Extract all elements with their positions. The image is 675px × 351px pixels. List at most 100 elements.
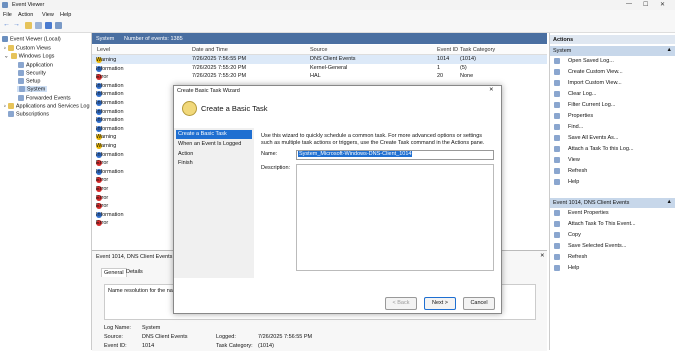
action-item[interactable]: View: [554, 157, 580, 163]
action-item[interactable]: Save Selected Events...: [554, 243, 626, 249]
col-event-id[interactable]: Event ID: [437, 47, 458, 53]
action-icon: [554, 179, 560, 185]
description-label: Description:: [261, 165, 291, 171]
level-label: Information: [96, 151, 124, 158]
back-icon[interactable]: ←: [3, 21, 10, 28]
action-item[interactable]: Save All Events As...: [554, 135, 618, 141]
action-label: Help: [568, 179, 580, 186]
title-bar: Event Viewer — ☐ ✕: [0, 0, 675, 10]
table-row[interactable]: Warning 7/26/2025 7:56:55 PM DNS Client Ev…: [92, 55, 547, 64]
table-row[interactable]: Error 7/26/2025 7:55:20 PM HAL 20 None: [92, 72, 547, 81]
maximize-icon[interactable]: ☐: [643, 1, 648, 8]
app-icon: [2, 2, 8, 8]
col-level[interactable]: Level: [97, 47, 110, 53]
action-item[interactable]: Create Custom View...: [554, 69, 623, 75]
tree-item-subscriptions[interactable]: Subscriptions: [8, 111, 49, 117]
action-item[interactable]: Help: [554, 179, 579, 185]
help-icon[interactable]: [45, 22, 52, 29]
action-item[interactable]: Refresh: [554, 254, 587, 260]
action-item[interactable]: Import Custom View...: [554, 80, 622, 86]
menu-view[interactable]: View: [42, 12, 54, 18]
source-value: DNS Client Events: [142, 334, 188, 340]
back-button[interactable]: < Back: [385, 297, 417, 310]
name-field[interactable]: System_Microsoft-Windows-DNS-Client_1014: [296, 150, 494, 160]
collapse-icon[interactable]: ▲: [667, 47, 672, 53]
close-icon[interactable]: ✕: [660, 1, 665, 8]
action-label: Event Properties: [568, 210, 609, 217]
action-item[interactable]: Attach Task To This Event...: [554, 221, 636, 227]
col-task[interactable]: Task Category: [460, 47, 495, 53]
wizard-steps: Create a Basic Task When an Event Is Log…: [174, 128, 254, 278]
minimize-icon[interactable]: —: [626, 1, 632, 7]
level-label: Error: [96, 160, 109, 167]
tree-item-application[interactable]: Application: [18, 62, 53, 68]
action-item[interactable]: Open Saved Log...: [554, 58, 614, 64]
action-item[interactable]: Event Properties: [554, 210, 609, 216]
actions-section-system[interactable]: System ▲: [550, 46, 675, 56]
task-category-label: Task Category:: [216, 343, 253, 349]
action-label: Find...: [568, 124, 584, 131]
action-icon: [554, 254, 560, 260]
action-item[interactable]: Help: [554, 265, 579, 271]
action-label: Copy: [568, 232, 581, 239]
level-label: Error: [96, 74, 109, 81]
source-label: Source:: [104, 334, 123, 340]
actions-section-event[interactable]: Event 1014, DNS Client Events ▲: [550, 198, 675, 208]
action-item[interactable]: Filter Current Log...: [554, 102, 615, 108]
collapse-icon[interactable]: ▲: [667, 199, 672, 205]
menu-bar: File Action View Help: [0, 10, 675, 19]
level-label: Information: [96, 125, 124, 132]
cancel-button[interactable]: Cancel: [463, 297, 495, 310]
actions-pane: Actions System ▲ Open Saved Log... Create …: [549, 33, 675, 350]
tree-item-security[interactable]: Security: [18, 70, 46, 76]
menu-action[interactable]: Action: [18, 12, 33, 18]
tree-item-applications-services[interactable]: › Applications and Services Log: [4, 103, 90, 109]
action-item[interactable]: Refresh: [554, 168, 587, 174]
detail-header: Event 1014, DNS Client Events: [96, 254, 173, 260]
step-action[interactable]: Action: [176, 150, 252, 159]
subscriptions-icon: [8, 111, 14, 117]
grid-icon[interactable]: [35, 22, 42, 29]
event-id-label: Event ID:: [104, 343, 127, 349]
date-cell: 7/26/2025 7:55:20 PM: [192, 64, 247, 71]
action-item[interactable]: Properties: [554, 113, 593, 119]
forward-icon[interactable]: →: [13, 21, 20, 28]
panel-icon[interactable]: [55, 22, 62, 29]
log-icon: [18, 95, 24, 101]
tree-item-event-viewer[interactable]: Event Viewer (Local): [2, 36, 61, 42]
wizard-intro: Use this wizard to quickly schedule a co…: [261, 133, 485, 146]
action-icon: [554, 243, 560, 249]
tree-item-setup[interactable]: Setup: [18, 78, 40, 84]
col-source[interactable]: Source: [310, 47, 327, 53]
close-icon[interactable]: ✕: [540, 253, 545, 259]
tree-item-windows-logs[interactable]: ⌄ Windows Logs: [4, 53, 54, 59]
log-icon: [18, 78, 24, 84]
action-label: Clear Log...: [568, 91, 597, 98]
col-date[interactable]: Date and Time: [192, 47, 228, 53]
step-when-event-logged[interactable]: When an Event Is Logged: [176, 140, 252, 149]
log-icon: [19, 86, 25, 92]
event-viewer-icon: [2, 36, 8, 42]
step-create-basic-task[interactable]: Create a Basic Task: [176, 130, 252, 139]
close-icon[interactable]: ✕: [489, 87, 494, 93]
tab-details[interactable]: Details: [126, 269, 143, 275]
action-item[interactable]: Find...: [554, 124, 583, 130]
menu-help[interactable]: Help: [60, 12, 71, 18]
event-count: Number of events: 1385: [124, 36, 183, 42]
table-row[interactable]: Information 7/26/2025 7:55:20 PM Kernel-Ge…: [92, 64, 547, 73]
action-item[interactable]: Attach a Task To this Log...: [554, 146, 634, 152]
folder-icon[interactable]: [25, 22, 32, 29]
action-item[interactable]: Copy: [554, 232, 581, 238]
tab-general[interactable]: General: [101, 268, 127, 277]
action-item[interactable]: Clear Log...: [554, 91, 596, 97]
description-field[interactable]: [296, 164, 494, 271]
tree-item-custom-views[interactable]: › Custom Views: [4, 45, 51, 51]
tree-item-system[interactable]: System: [17, 86, 48, 93]
action-icon: [554, 69, 560, 75]
level-label: Error: [96, 203, 109, 210]
menu-file[interactable]: File: [3, 12, 12, 18]
tree-item-forwarded-events[interactable]: Forwarded Events: [18, 95, 71, 101]
level-label: Information: [96, 100, 124, 106]
step-finish[interactable]: Finish: [176, 159, 252, 168]
next-button[interactable]: Next >: [424, 297, 456, 310]
